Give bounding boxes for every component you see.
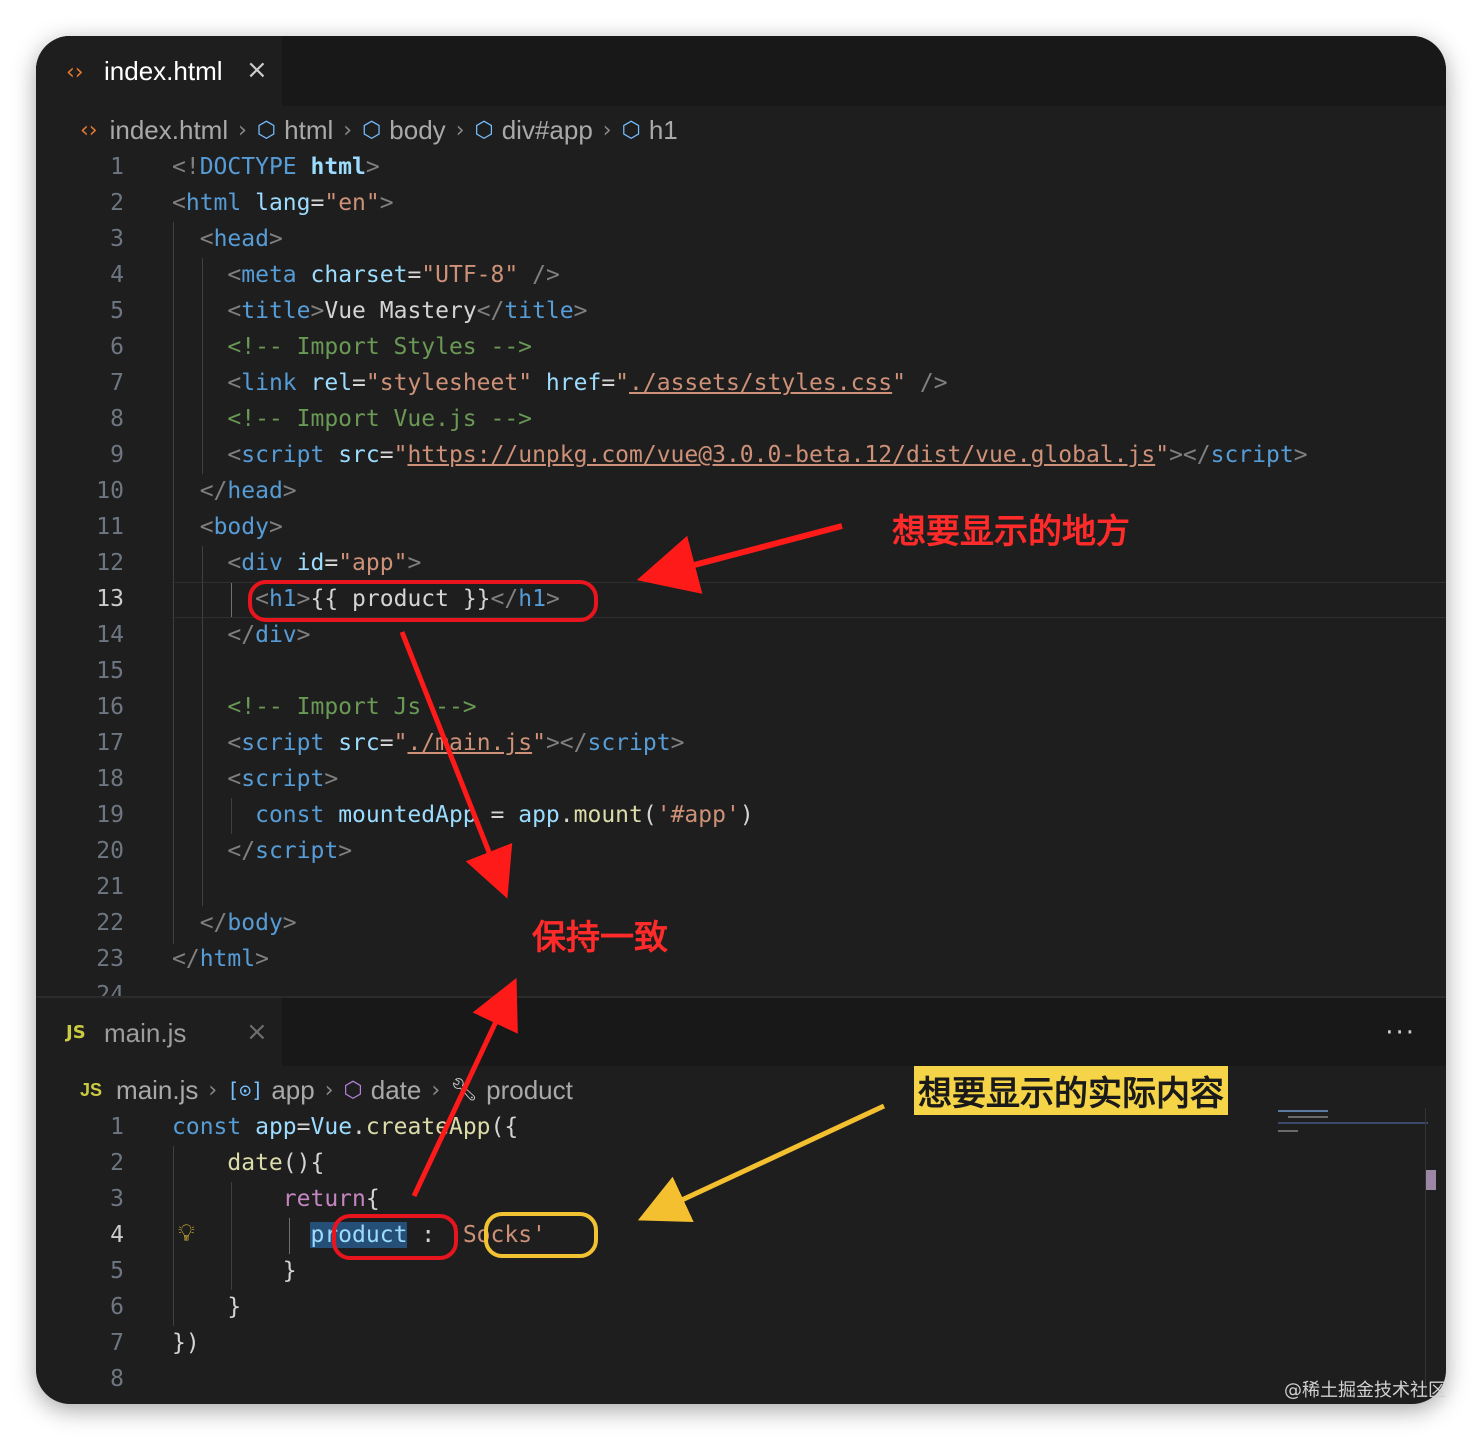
arrow-to-h1 — [636, 523, 843, 594]
annotation-arrows — [399, 523, 886, 1223]
arrow-down — [399, 631, 513, 899]
arrow-up — [411, 977, 518, 1198]
arrow-to-socks — [637, 1103, 886, 1223]
watermark: @稀土掘金技术社区 — [1284, 1380, 1446, 1401]
